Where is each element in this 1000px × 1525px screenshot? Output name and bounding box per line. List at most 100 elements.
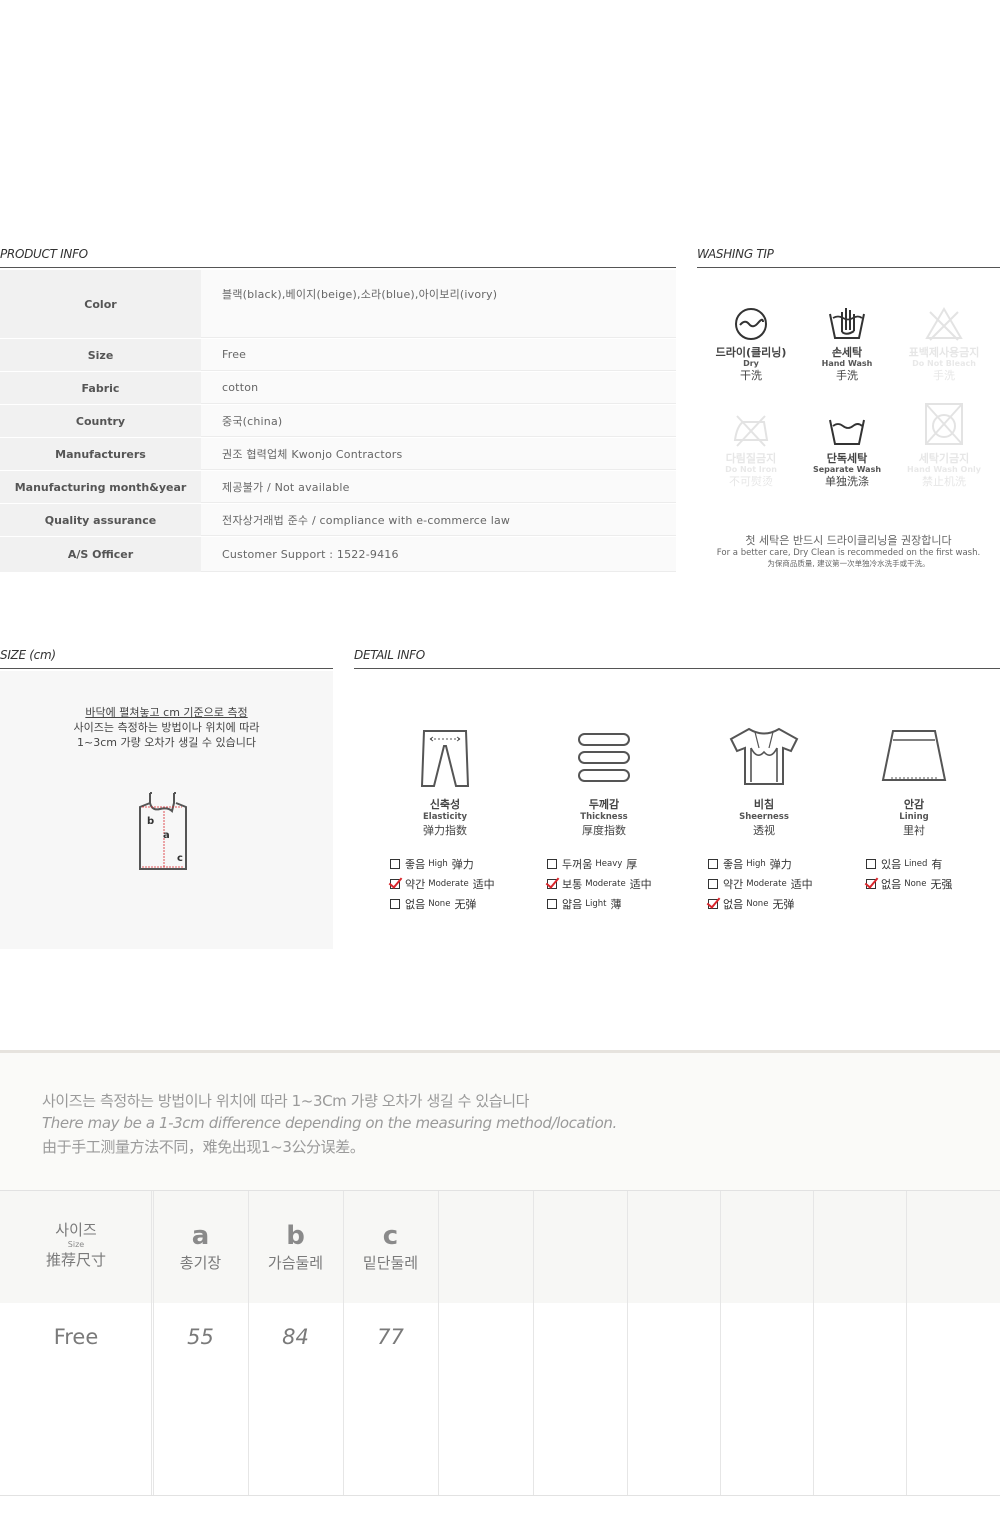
size-notice-ko: 사이즈는 측정하는 방법이나 위치에 따라 1~3Cm 가량 오차가 생길 수 … xyxy=(42,1092,530,1110)
detail-lining: 안감 Lining 里衬 xyxy=(834,728,994,838)
cell-value-b: 84 xyxy=(282,1325,309,1349)
detail-title-cn: 厚度指数 xyxy=(582,824,626,838)
wash-item-separate-wash: 단독세탁 Separate Wash 单独洗涤 xyxy=(797,412,897,489)
product-info-header: PRODUCT INFO xyxy=(0,247,676,268)
option-elasticity-high: 좋음 High 弹力 xyxy=(390,856,474,872)
detail-title-cn: 透视 xyxy=(753,824,775,838)
checkbox xyxy=(547,859,557,869)
wash-label-ko: 다림질금지 xyxy=(725,452,777,465)
checkbox xyxy=(390,859,400,869)
row-key: Quality assurance xyxy=(0,504,201,536)
detail-title-ko: 비침 xyxy=(753,798,775,811)
detail-title: 안감 Lining 里衬 xyxy=(834,796,994,838)
column-letter: c xyxy=(382,1221,399,1251)
option-sheerness-moderate: 약간 Moderate 适中 xyxy=(708,876,813,892)
row-value: Customer Support : 1522-9416 xyxy=(201,537,676,572)
option-elasticity-moderate: 약간 Moderate 适中 xyxy=(390,876,495,892)
wash-label-ko: 표백제사용금지 xyxy=(908,346,980,359)
wash-label-ko: 단독세탁 xyxy=(826,452,868,465)
wash-label-ko: 세탁기금지 xyxy=(918,452,970,465)
washing-note-cn: 为保商品质量, 建议第一次单独冷水洗手或干洗。 xyxy=(767,559,930,568)
row-value: 중국(china) xyxy=(201,405,676,437)
checkbox xyxy=(708,879,718,889)
option-lining-lined: 있음 Lined 有 xyxy=(866,856,942,872)
column-divider xyxy=(813,1191,814,1495)
row-size-label: Free xyxy=(53,1325,99,1349)
row-value: cotton xyxy=(201,372,676,404)
column-header-b: b 가슴둘레 xyxy=(248,1223,343,1273)
column-letter: a xyxy=(191,1221,210,1251)
skirt-lining-icon xyxy=(881,730,947,781)
detail-title-ko: 안감 xyxy=(903,798,925,811)
wash-label-cn: 禁止机洗 xyxy=(922,474,966,488)
column-header-a: a 총기장 xyxy=(153,1223,248,1273)
row-value: 블랙(black),베이지(beige),소라(blue),아이보리(ivory… xyxy=(201,270,676,338)
cell-value-c: 77 xyxy=(377,1325,404,1349)
checkbox-checked xyxy=(390,879,400,889)
size-header-cell: 사이즈 Size 推荐尺寸 xyxy=(0,1219,152,1270)
wash-label-cn: 单独洗涤 xyxy=(825,474,869,488)
option-thickness-light: 얇음 Light 薄 xyxy=(547,896,621,912)
washing-note-ko: 첫 세탁은 반드시 드라이클리닝을 권장합니다 xyxy=(745,534,952,547)
row-value: 제공불가 / Not available xyxy=(201,471,676,503)
diagram-label-c: c xyxy=(177,853,183,864)
size-header-cn: 推荐尺寸 xyxy=(45,1251,106,1269)
detail-title-ko: 두께감 xyxy=(588,798,620,811)
wash-label-cn: 手洗 xyxy=(933,368,955,382)
detail-title: 비침 Sheerness 透视 xyxy=(684,796,844,838)
pants-icon xyxy=(420,730,470,787)
table-row: A/S Officer Customer Support : 1522-9416 xyxy=(0,537,676,573)
checkbox xyxy=(866,859,876,869)
size-note-line3: 1~3cm 가량 오차가 생길 수 있습니다 xyxy=(77,736,256,749)
wash-item-hand-wash: 손세탁 Hand Wash 手洗 xyxy=(797,306,897,383)
option-thickness-heavy: 두꺼움 Heavy 厚 xyxy=(547,856,637,872)
detail-title: 신축성 Elasticity 弹力指数 xyxy=(365,796,525,838)
table-row: Manufacturing month&year 제공불가 / Not avai… xyxy=(0,471,676,504)
detail-title: 두께감 Thickness 厚度指数 xyxy=(524,796,684,838)
row-value: 권조 협력업체 Kwonjo Contractors xyxy=(201,438,676,470)
wash-label-en: Dry xyxy=(743,359,759,368)
wash-label-en: Hand Wash Only xyxy=(907,465,981,474)
size-notice-band: 사이즈는 측정하는 방법이나 위치에 따라 1~3Cm 가량 오차가 생길 수 … xyxy=(0,1050,1000,1190)
row-key: Country xyxy=(0,405,201,437)
no-machine-wash-icon xyxy=(925,403,963,445)
wash-label-en: Hand Wash xyxy=(821,359,873,368)
row-key: A/S Officer xyxy=(0,537,201,572)
diagram-label-a: a xyxy=(163,830,170,841)
column-divider xyxy=(438,1191,439,1495)
wash-item-no-iron: 다림질금지 Do Not Iron 不可熨烫 xyxy=(701,412,801,489)
column-label: 총기장 xyxy=(179,1254,222,1272)
detail-thickness: 두께감 Thickness 厚度指数 xyxy=(524,728,684,838)
table-row: Country 중국(china) xyxy=(0,405,676,438)
size-panel: 바닥에 펼쳐놓고 cm 기준으로 측정 사이즈는 측정하는 방법이나 위치에 따… xyxy=(0,671,333,949)
table-row: Size Free xyxy=(0,339,676,372)
detail-title-en: Thickness xyxy=(580,812,628,822)
table-row: Fabric cotton xyxy=(0,372,676,405)
table-row: Quality assurance 전자상거래법 준수 / compliance… xyxy=(0,504,676,537)
layers-icon xyxy=(578,733,630,782)
column-divider xyxy=(533,1191,534,1495)
column-divider xyxy=(627,1191,628,1495)
detail-sheerness: 비침 Sheerness 透视 xyxy=(684,726,844,838)
washing-note-en: For a better care, Dry Clean is recommed… xyxy=(716,548,981,558)
wash-label-cn: 不可熨烫 xyxy=(729,474,773,488)
wash-label-en: Do Not Bleach xyxy=(912,359,976,368)
detail-title-cn: 弹力指数 xyxy=(423,824,467,838)
diagram-label-b: b xyxy=(147,816,155,827)
detail-title-cn: 里衬 xyxy=(903,824,925,838)
size-notice-en: There may be a 1-3cm difference dependin… xyxy=(42,1114,617,1132)
product-info-table: Color 블랙(black),베이지(beige),소라(blue),아이보리… xyxy=(0,270,676,573)
checkbox xyxy=(708,859,718,869)
row-key: Manufacturers xyxy=(0,438,201,470)
checkbox-checked xyxy=(547,879,557,889)
wash-item-no-bleach: 표백제사용금지 Do Not Bleach 手洗 xyxy=(894,306,994,383)
option-elasticity-none: 없음 None 无弹 xyxy=(390,896,476,912)
option-lining-none: 없음 None 无强 xyxy=(866,876,952,892)
column-divider xyxy=(906,1191,907,1495)
size-measure-note: 바닥에 펼쳐놓고 cm 기준으로 측정 사이즈는 측정하는 방법이나 위치에 따… xyxy=(0,705,333,750)
option-sheerness-none: 없음 None 无弹 xyxy=(708,896,794,912)
column-header-c: c 밑단둘레 xyxy=(343,1223,438,1273)
checkbox xyxy=(390,899,400,909)
sheer-shirt-icon xyxy=(729,727,799,785)
cell-value-a: 55 xyxy=(187,1325,214,1349)
